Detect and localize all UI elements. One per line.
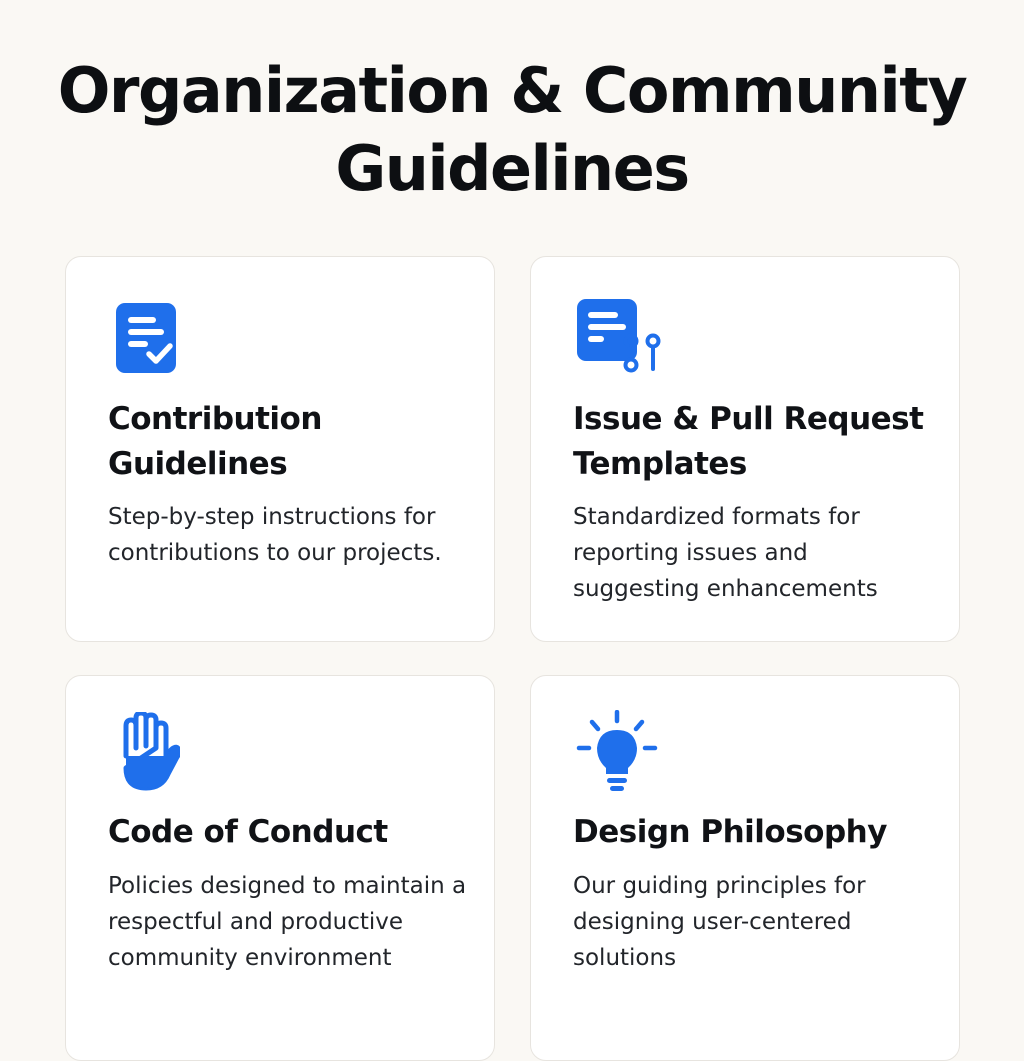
card-description: Our guiding principles for designing use… [573, 873, 866, 971]
card-description: Policies designed to maintain a respectf… [108, 873, 467, 971]
card-issue-pr-templates[interactable]: Issue & Pull Request Templates Standardi… [530, 256, 960, 642]
document-check-icon [116, 303, 176, 373]
pull-request-template-icon [577, 299, 661, 373]
card-description: Step-by-step instructions for contributi… [108, 504, 442, 566]
card-title: Design Philosophy [573, 814, 887, 850]
card-description: Standardized formats for reporting issue… [573, 504, 878, 602]
page-title: Organization & Community Guidelines [57, 54, 968, 205]
card-design-philosophy[interactable]: Design Philosophy Our guiding principles… [530, 675, 960, 1061]
card-contribution-guidelines[interactable]: Contribution Guidelines Step-by-step ins… [65, 256, 495, 642]
card-title: Issue & Pull Request Templates [573, 401, 924, 482]
card-title: Contribution Guidelines [108, 401, 322, 482]
raised-hand-icon [123, 712, 180, 791]
lightbulb-icon [576, 710, 658, 791]
card-code-of-conduct[interactable]: Code of Conduct Policies designed to mai… [65, 675, 495, 1061]
card-title: Code of Conduct [108, 814, 388, 850]
